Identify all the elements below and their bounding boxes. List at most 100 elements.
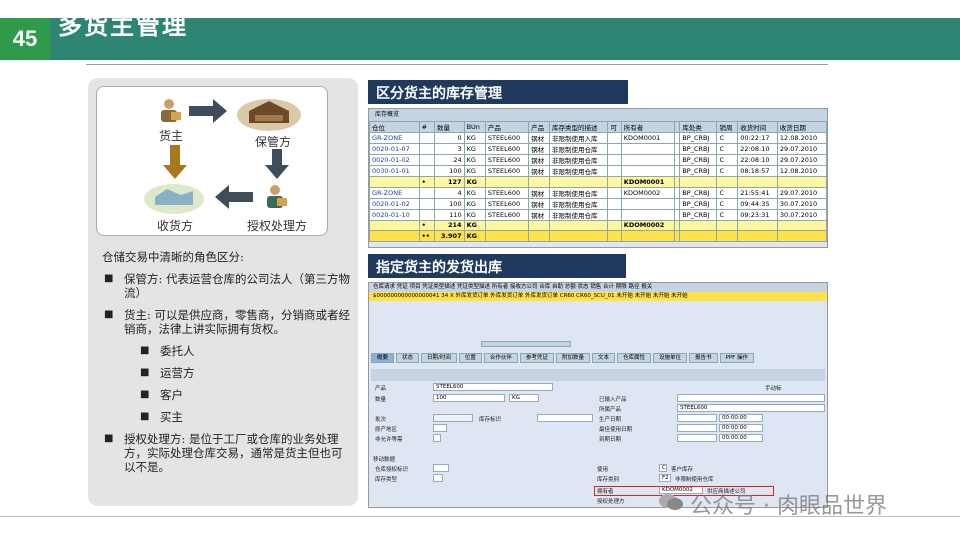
table-cell: STEEL600 <box>484 197 530 210</box>
column-header[interactable]: 库处类 <box>679 121 718 133</box>
table-row[interactable]: 0020-01-07 3 KG STEEL600 钢材 非限制使用仓库 BP_CRBJ C 22… <box>369 143 828 155</box>
table-row[interactable]: 0030-01-01 100 KG STEEL600 钢材 非限制使用仓库 BP_CRBJ C… <box>369 165 828 177</box>
table-cell: STEEL600 <box>484 208 530 221</box>
table-cell: GR-ZONE <box>369 186 420 199</box>
table-cell: 30.07.2010 <box>776 197 828 210</box>
table-cell: 钢材 <box>528 165 550 177</box>
column-header[interactable]: 产品 <box>528 121 550 133</box>
movement-section-label: 移动数据 <box>373 457 396 463</box>
watermark: 公众号 · 肉眼品世界 <box>690 494 887 519</box>
table-cell <box>607 143 622 155</box>
shelf-time-field[interactable]: 00:00:00 <box>719 424 763 432</box>
arrow-right-icon <box>189 99 227 123</box>
column-header[interactable]: 仓位 <box>369 121 420 133</box>
table-cell: C <box>716 208 739 221</box>
tab-3[interactable]: 位置 <box>458 353 482 363</box>
flag-checkbox[interactable] <box>433 434 441 442</box>
receiver-label: 收货方 <box>157 219 194 233</box>
table-cell: 钢材 <box>528 132 550 144</box>
prod-date-field[interactable] <box>677 414 717 422</box>
table-cell: 0020-01-10 <box>369 208 420 221</box>
product-field[interactable]: STEEL600 <box>433 383 553 391</box>
table-cell: KG <box>463 143 486 155</box>
tab-8[interactable]: 仓库属性 <box>616 353 651 363</box>
table-cell: 3 <box>433 143 465 155</box>
bullet-owner: 货主: 可以是供应商，零售商，分销商或者经销商，法律上讲实际拥有货权。 <box>102 308 352 336</box>
column-header[interactable]: # <box>418 121 435 133</box>
column-header[interactable]: 可 <box>607 121 622 133</box>
role-heading: 仓储交易中清晰的角色区分: <box>102 250 244 264</box>
agent-label: 授权处理方 <box>247 219 308 233</box>
sub-bullet: 客户 <box>102 388 352 402</box>
tab-7[interactable]: 文本 <box>591 353 615 363</box>
column-header[interactable]: 库存类型的描述 <box>548 121 609 133</box>
entered-product-field[interactable] <box>677 394 825 402</box>
column-header[interactable]: 收货日期 <box>776 121 828 133</box>
table-row[interactable]: 0020-01-02 100 KG STEEL600 钢材 非限制使用仓库 BP_CRBJ C… <box>369 197 828 210</box>
table-cell: 0020-01-02 <box>369 154 420 166</box>
table-row[interactable]: GR-ZONE 0 KG STEEL600 钢材 非限制使用入库 KDOM0001 BP_CR… <box>369 132 828 144</box>
table-cell: STEEL600 <box>484 132 530 144</box>
prod-time-field[interactable]: 00:00:00 <box>719 414 763 422</box>
entered-product-label: 已输入产品 <box>599 397 627 403</box>
detail-tabs: 概要 状态 日期/时间 位置 合作伙伴 参考凭证 附加数量 文本 仓库属性 设施单位 报告书 PPF … <box>371 353 755 363</box>
tab-11[interactable]: PPF 操作 <box>719 353 755 363</box>
tab-1[interactable]: 状态 <box>396 353 420 363</box>
slide-title: 多货主管理 <box>58 11 188 40</box>
outbound-selected-row[interactable]: $000000000000000041 34 X 外库发货订单 外库发货订单 外… <box>369 292 827 301</box>
table-cell: BP_CRBJ <box>679 132 718 144</box>
tab-4[interactable]: 合作伙伴 <box>483 353 518 363</box>
table-cell: 09:44:35 <box>737 197 778 210</box>
table-cell: C <box>716 186 739 199</box>
expiry-time-field[interactable]: 00:00:00 <box>719 434 763 442</box>
tab-9[interactable]: 设施单位 <box>652 353 687 363</box>
tab-0[interactable]: 概要 <box>371 353 395 363</box>
usage-field[interactable]: C <box>659 464 667 472</box>
bullet-warehouse: 保管方: 代表运营仓库的公司法人（第三方物流） <box>102 272 352 300</box>
tab-5[interactable]: 参考凭证 <box>519 353 554 363</box>
expiry-label: 到期日期 <box>599 437 622 443</box>
window-title: 库存概览 <box>369 109 827 121</box>
stock-type-field[interactable] <box>433 474 443 482</box>
tab-2[interactable]: 日期/时间 <box>421 353 457 363</box>
table-cell: KG <box>463 208 486 221</box>
table-row[interactable]: 0020-01-10 110 KG STEEL600 钢材 非限制使用仓库 BP_CRBJ C… <box>369 208 828 221</box>
column-header[interactable]: 所有者 <box>620 121 675 133</box>
table-cell <box>607 154 622 166</box>
column-header[interactable]: 产品 <box>484 121 530 133</box>
table-cell: 100 <box>433 165 465 177</box>
table-cell: 钢材 <box>528 186 550 199</box>
owner-product-field[interactable]: STEEL600 <box>677 404 825 412</box>
avail-label: 仓库授权标识 <box>375 467 409 473</box>
batch-label: 批次 <box>375 417 387 423</box>
table-row[interactable]: GR-ZONE 4 KG STEEL600 钢材 非限制使用仓库 KDOM0002 BP_CR… <box>369 186 828 199</box>
table-cell: 0030-01-01 <box>369 165 420 177</box>
tab-6[interactable]: 附加数量 <box>555 353 590 363</box>
column-header[interactable]: BUn <box>463 121 486 133</box>
arrow-down-icon-2 <box>265 149 289 179</box>
table-cell: 09:23:31 <box>737 208 778 221</box>
table-cell: STEEL600 <box>484 165 530 177</box>
h-scrollbar[interactable] <box>481 341 571 347</box>
table-cell: 钢材 <box>528 143 550 155</box>
stock-id-field[interactable] <box>537 414 593 422</box>
table-cell <box>620 197 675 210</box>
tab-10[interactable]: 报告书 <box>689 353 718 363</box>
column-header[interactable]: 销周 <box>716 121 739 133</box>
qty-field[interactable]: 100 <box>433 394 505 402</box>
sum-unit: KG <box>463 219 486 231</box>
expiry-field[interactable] <box>677 434 717 442</box>
column-header[interactable]: 收货时间 <box>737 121 778 133</box>
origin-field[interactable] <box>433 424 447 432</box>
table-cell: 钢材 <box>528 208 550 221</box>
usage-label: 使用 <box>597 467 609 473</box>
flag-label: 非允许等需 <box>375 437 403 443</box>
avail-field[interactable] <box>433 464 449 472</box>
batch-field[interactable] <box>433 414 473 422</box>
unit-field[interactable]: KG <box>509 394 539 402</box>
stock-cat-field[interactable]: F2 <box>659 474 671 482</box>
table-cell: 29.07.2010 <box>776 143 828 155</box>
table-row[interactable]: 0020-01-02 24 KG STEEL600 钢材 非限制使用仓库 BP_CRBJ C 2… <box>369 154 828 166</box>
column-header[interactable]: 数量 <box>433 121 465 133</box>
shelf-field[interactable] <box>677 424 717 432</box>
